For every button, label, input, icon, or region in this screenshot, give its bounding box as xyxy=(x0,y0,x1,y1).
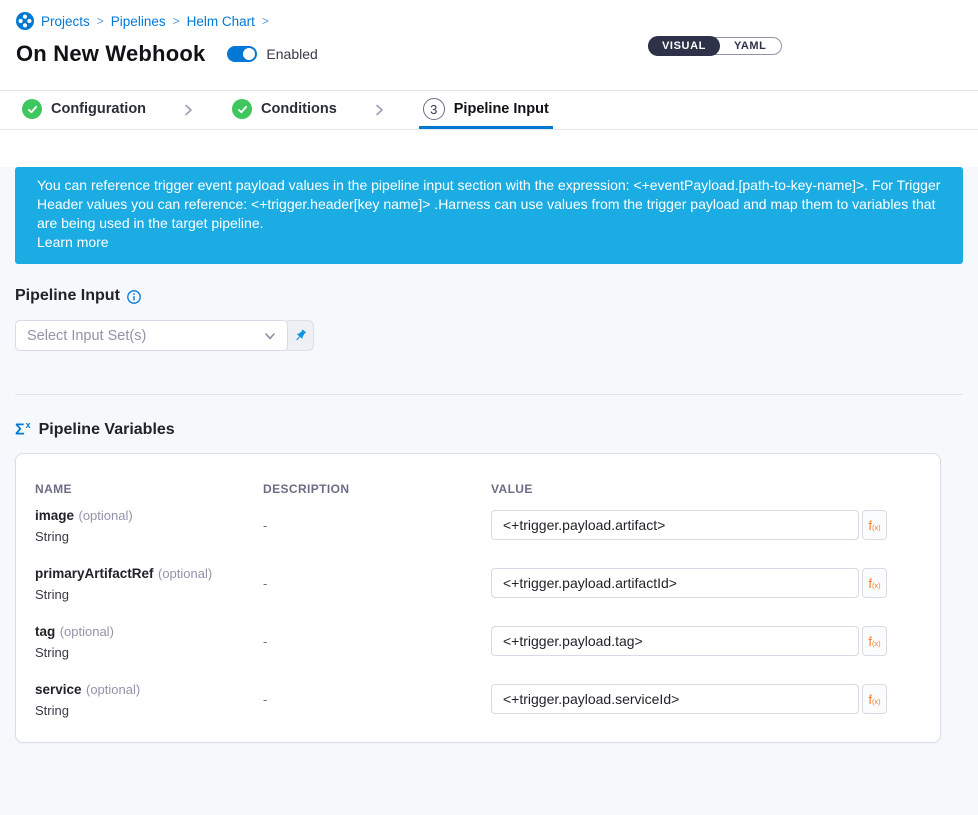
expression-fx-button[interactable]: f(x) xyxy=(862,626,887,656)
sigma-variables-icon: Σx xyxy=(15,421,31,438)
step-number-icon: 3 xyxy=(423,98,445,120)
tab-configuration[interactable]: Configuration xyxy=(18,92,150,129)
variable-name-cell: primaryArtifactRef (optional) String xyxy=(35,565,263,602)
section-divider xyxy=(15,394,963,395)
harness-logo-icon xyxy=(16,12,34,30)
variable-name: primaryArtifactRef xyxy=(35,566,154,581)
tab-pipeline-input[interactable]: 3 Pipeline Input xyxy=(419,92,553,129)
variable-description: - xyxy=(263,692,491,707)
optional-label: (optional) xyxy=(78,508,132,523)
variable-name: tag xyxy=(35,624,55,639)
check-icon xyxy=(232,99,252,119)
variable-value-cell: f(x) xyxy=(491,510,940,540)
variable-name: image xyxy=(35,508,74,523)
page-header: Projects > Pipelines > Helm Chart > On N… xyxy=(0,0,978,90)
pipeline-input-title: Pipeline Input xyxy=(15,287,120,305)
pipeline-input-heading: Pipeline Input xyxy=(15,287,963,305)
info-icon[interactable] xyxy=(127,290,141,304)
table-row: tag (optional) String - f(x) xyxy=(16,612,940,670)
variables-table-header: NAME DESCRIPTION VALUE xyxy=(16,482,940,496)
variable-value-input[interactable] xyxy=(491,568,859,598)
variable-description: - xyxy=(263,576,491,591)
pin-icon xyxy=(293,328,308,343)
table-row: service (optional) String - f(x) xyxy=(16,670,940,728)
main-content: You can reference trigger event payload … xyxy=(0,167,978,815)
breadcrumb: Projects > Pipelines > Helm Chart > xyxy=(16,12,962,30)
chevron-right-icon xyxy=(182,91,194,129)
variable-value-input[interactable] xyxy=(491,510,859,540)
variable-type: String xyxy=(35,529,263,544)
variable-name-cell: image (optional) String xyxy=(35,507,263,544)
expression-fx-button[interactable]: f(x) xyxy=(862,510,887,540)
input-set-row: Select Input Set(s) xyxy=(15,320,963,351)
wizard-tabbar: Configuration Conditions 3 Pipeline Inpu… xyxy=(0,90,978,130)
expression-fx-button[interactable]: f(x) xyxy=(862,568,887,598)
pipeline-variables-heading: Σx Pipeline Variables xyxy=(15,421,963,439)
table-row: image (optional) String - f(x) xyxy=(16,496,940,554)
variable-name-cell: tag (optional) String xyxy=(35,623,263,660)
tab-label: Configuration xyxy=(51,101,146,117)
breadcrumb-separator: > xyxy=(262,14,269,28)
variable-value-cell: f(x) xyxy=(491,568,940,598)
check-icon xyxy=(22,99,42,119)
toggle-knob xyxy=(243,48,255,60)
variable-description: - xyxy=(263,518,491,533)
breadcrumb-link-pipelines[interactable]: Pipelines xyxy=(111,14,166,29)
input-set-placeholder: Select Input Set(s) xyxy=(27,328,146,344)
visual-tab[interactable]: VISUAL xyxy=(648,36,720,56)
variable-description: - xyxy=(263,634,491,649)
table-row: primaryArtifactRef (optional) String - f… xyxy=(16,554,940,612)
visual-yaml-toggle: VISUAL YAML xyxy=(648,37,782,55)
yaml-tab[interactable]: YAML xyxy=(720,37,781,55)
expression-fx-button[interactable]: f(x) xyxy=(862,684,887,714)
breadcrumb-separator: > xyxy=(97,14,104,28)
variable-name-cell: service (optional) String xyxy=(35,681,263,718)
variables-card: NAME DESCRIPTION VALUE image (optional) … xyxy=(15,453,941,743)
optional-label: (optional) xyxy=(60,624,114,639)
info-banner-text: You can reference trigger event payload … xyxy=(37,177,940,231)
variable-type: String xyxy=(35,703,263,718)
chevron-right-icon xyxy=(373,91,385,129)
optional-label: (optional) xyxy=(158,566,212,581)
breadcrumb-link-helm-chart[interactable]: Helm Chart xyxy=(187,14,255,29)
variable-value-input[interactable] xyxy=(491,626,859,656)
column-description: DESCRIPTION xyxy=(263,482,491,496)
page-title: On New Webhook xyxy=(16,41,205,67)
variable-value-cell: f(x) xyxy=(491,684,940,714)
breadcrumb-link-projects[interactable]: Projects xyxy=(41,14,90,29)
variable-type: String xyxy=(35,645,263,660)
chevron-down-icon xyxy=(263,329,277,343)
info-banner: You can reference trigger event payload … xyxy=(15,167,963,264)
column-name: NAME xyxy=(35,482,263,496)
tab-label: Conditions xyxy=(261,101,337,117)
tab-conditions[interactable]: Conditions xyxy=(228,92,341,129)
variable-value-input[interactable] xyxy=(491,684,859,714)
optional-label: (optional) xyxy=(86,682,140,697)
variable-type: String xyxy=(35,587,263,602)
variable-value-cell: f(x) xyxy=(491,626,940,656)
pipeline-variables-title: Pipeline Variables xyxy=(39,421,175,439)
input-set-select[interactable]: Select Input Set(s) xyxy=(15,320,288,351)
variable-name: service xyxy=(35,682,82,697)
tab-label: Pipeline Input xyxy=(454,101,549,117)
learn-more-link[interactable]: Learn more xyxy=(37,233,941,252)
column-value: VALUE xyxy=(491,482,940,496)
enabled-label: Enabled xyxy=(266,46,317,62)
breadcrumb-separator: > xyxy=(173,14,180,28)
title-row: On New Webhook Enabled xyxy=(16,41,962,67)
enabled-toggle[interactable] xyxy=(227,46,257,62)
